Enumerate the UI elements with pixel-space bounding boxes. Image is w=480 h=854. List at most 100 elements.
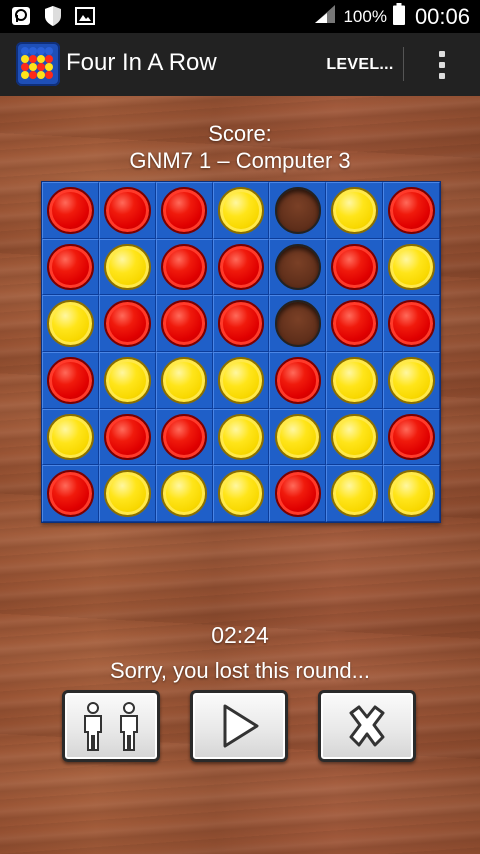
red-disc — [103, 300, 151, 347]
red-disc — [388, 187, 435, 234]
board-cell[interactable] — [212, 238, 270, 296]
board-cell[interactable] — [155, 238, 213, 296]
board-cell[interactable] — [42, 352, 99, 409]
action-bar-divider — [403, 47, 404, 81]
two-players-button[interactable] — [62, 690, 160, 762]
level-button[interactable]: LEVEL... — [318, 33, 402, 96]
red-disc — [274, 357, 322, 404]
board-cell[interactable] — [98, 182, 156, 239]
board-cell[interactable] — [269, 182, 327, 239]
empty-slot — [274, 243, 322, 291]
board-cell[interactable] — [155, 465, 213, 522]
red-disc — [217, 243, 265, 291]
red-disc — [47, 187, 94, 234]
board-cell[interactable] — [155, 182, 213, 239]
score-label: Score: — [208, 121, 272, 146]
action-bar: Four In A Row LEVEL... — [0, 33, 480, 98]
red-disc — [331, 300, 379, 347]
score-line: GNM7 1 – Computer 3 — [129, 148, 351, 173]
two-players-icon — [84, 702, 138, 751]
board-cell[interactable] — [98, 352, 156, 409]
red-disc — [217, 300, 265, 347]
yellow-disc — [388, 470, 435, 517]
status-left-icons — [10, 5, 96, 27]
board-cell[interactable] — [155, 295, 213, 352]
yellow-disc — [217, 470, 265, 517]
board-cell[interactable] — [42, 465, 99, 522]
board-cell[interactable] — [326, 352, 384, 409]
board-grid[interactable] — [42, 182, 440, 522]
board-cell[interactable] — [326, 465, 384, 522]
board-cell[interactable] — [212, 465, 270, 522]
yellow-disc — [388, 243, 435, 291]
yellow-disc — [103, 470, 151, 517]
board-cell[interactable] — [98, 295, 156, 352]
board-cell[interactable] — [383, 238, 440, 296]
board-cell[interactable] — [383, 295, 440, 352]
empty-slot — [274, 187, 322, 234]
board-cell[interactable] — [269, 238, 327, 296]
red-disc — [47, 243, 94, 291]
board-cell[interactable] — [42, 295, 99, 352]
board-cell[interactable] — [212, 408, 270, 466]
clock: 00:06 — [414, 3, 470, 29]
yellow-disc — [217, 187, 265, 234]
status-bar: 100% 00:06 — [0, 0, 480, 33]
red-disc — [47, 357, 94, 404]
board-cell[interactable] — [269, 352, 327, 409]
yellow-disc — [331, 413, 379, 461]
red-disc — [103, 187, 151, 234]
board-cell[interactable] — [98, 238, 156, 296]
round-result-message: Sorry, you lost this round... — [109, 658, 371, 683]
play-button[interactable] — [190, 690, 288, 762]
board-cell[interactable] — [326, 408, 384, 466]
red-disc — [331, 243, 379, 291]
play-icon — [223, 704, 259, 748]
board-cell[interactable] — [155, 352, 213, 409]
board-cell[interactable] — [383, 465, 440, 522]
red-disc — [388, 300, 435, 347]
board-cell[interactable] — [212, 182, 270, 239]
game-board[interactable] — [41, 181, 441, 523]
yellow-disc — [160, 470, 208, 517]
yellow-disc — [331, 470, 379, 517]
overflow-menu-icon[interactable] — [420, 43, 464, 87]
yellow-disc — [160, 357, 208, 404]
red-disc — [160, 300, 208, 347]
yellow-disc — [217, 357, 265, 404]
battery-percent: 100% — [343, 6, 387, 26]
red-disc — [274, 470, 322, 517]
board-cell[interactable] — [212, 352, 270, 409]
yellow-disc — [47, 413, 94, 461]
board-cell[interactable] — [155, 408, 213, 466]
yellow-disc — [331, 187, 379, 234]
status-right: 100% 00:06 — [313, 0, 470, 33]
empty-slot — [274, 300, 322, 347]
board-cell[interactable] — [326, 238, 384, 296]
board-cell[interactable] — [326, 182, 384, 239]
yellow-disc — [388, 357, 435, 404]
image-icon — [74, 5, 96, 27]
board-cell[interactable] — [269, 295, 327, 352]
board-cell[interactable] — [269, 465, 327, 522]
board-cell[interactable] — [98, 465, 156, 522]
timer: 02:24 — [211, 622, 269, 648]
four-in-a-row-app-icon[interactable] — [16, 42, 60, 86]
board-cell[interactable] — [42, 408, 99, 466]
yellow-disc — [331, 357, 379, 404]
board-cell[interactable] — [383, 352, 440, 409]
battery-icon — [392, 3, 405, 30]
board-cell[interactable] — [269, 408, 327, 466]
board-cell[interactable] — [383, 408, 440, 466]
board-cell[interactable] — [98, 408, 156, 466]
shield-icon — [42, 5, 64, 27]
close-button[interactable] — [318, 690, 416, 762]
board-cell[interactable] — [326, 295, 384, 352]
red-disc — [160, 413, 208, 461]
yellow-disc — [103, 357, 151, 404]
board-cell[interactable] — [383, 182, 440, 239]
board-cell[interactable] — [212, 295, 270, 352]
board-cell[interactable] — [42, 182, 99, 239]
board-cell[interactable] — [42, 238, 99, 296]
yellow-disc — [217, 413, 265, 461]
